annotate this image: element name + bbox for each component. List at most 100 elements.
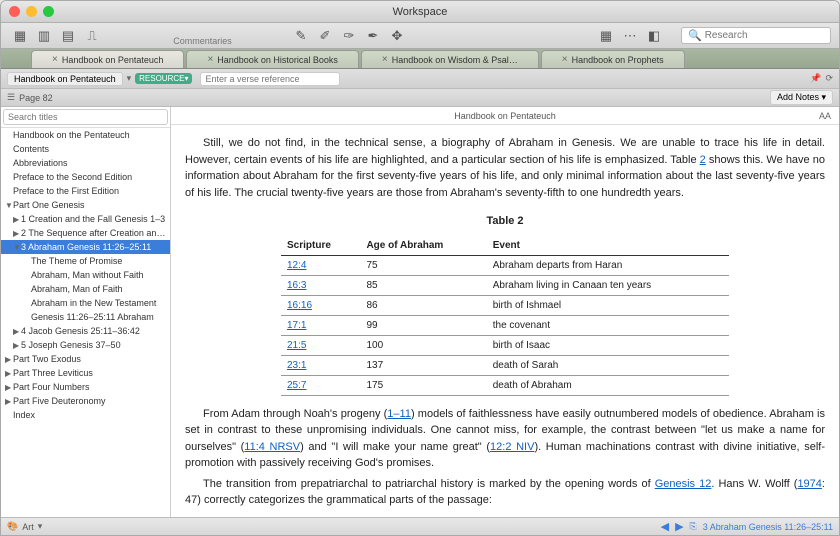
sidebar-item-label: Abraham, Man without Faith	[31, 270, 144, 280]
window-title: Workspace	[393, 6, 448, 18]
close-icon[interactable]: ×	[562, 54, 568, 65]
sidebar-item-label: 1 Creation and the Fall Genesis 1–3	[21, 214, 165, 224]
settings-button[interactable]: ◧	[643, 26, 665, 46]
verse-reference-input[interactable]	[200, 72, 340, 86]
table-row: 16:1686birth of Ishmael	[281, 295, 729, 315]
tree-arrow-icon[interactable]: ▶	[5, 369, 13, 378]
tab-bar: ×Handbook on Pentateuch×Handbook on Hist…	[1, 49, 839, 69]
tree-arrow-icon[interactable]: ▼	[13, 243, 21, 252]
chevron-down-icon[interactable]: ▾	[127, 73, 132, 84]
sidebar-item[interactable]: ▶Part Three Leviticus	[1, 366, 170, 380]
art-icon[interactable]: 🎨	[7, 521, 18, 532]
scripture-link[interactable]: 21:5	[287, 340, 306, 351]
sidebar-item[interactable]: Preface to the First Edition	[1, 184, 170, 198]
sidebar-item[interactable]: ▶Part Five Deuteronomy	[1, 394, 170, 408]
sidebar-item[interactable]: ▶1 Creation and the Fall Genesis 1–3	[1, 212, 170, 226]
scripture-link[interactable]: 16:3	[287, 280, 306, 291]
annotate-button[interactable]: ✐	[314, 26, 336, 46]
tree-arrow-icon[interactable]: ▶	[13, 215, 21, 224]
scripture-link[interactable]: Genesis 12	[655, 478, 712, 490]
sidebar-item[interactable]: Genesis 11:26–25:11 Abraham	[1, 310, 170, 324]
search-input[interactable]	[705, 30, 824, 41]
close-icon[interactable]: ×	[207, 54, 213, 65]
tree-arrow-icon[interactable]: ▶	[5, 397, 13, 406]
sidebar-item[interactable]: ▶Part Four Numbers	[1, 380, 170, 394]
calendar-button[interactable]: ▤	[57, 26, 79, 46]
sidebar-item[interactable]: Handbook on the Pentateuch	[1, 128, 170, 142]
status-location[interactable]: 3 Abraham Genesis 11:26–25:11	[703, 522, 833, 532]
close-icon[interactable]: ×	[382, 54, 388, 65]
sidebar-item[interactable]: Abbreviations	[1, 156, 170, 170]
content-body[interactable]: Still, we do not find, in the technical …	[171, 125, 839, 517]
sidebar-item[interactable]: ▶2 The Sequence after Creation and t…	[1, 226, 170, 240]
sidebar-item[interactable]: Index	[1, 408, 170, 422]
sidebar-item[interactable]: ▼3 Abraham Genesis 11:26–25:11	[1, 240, 170, 254]
tab[interactable]: × Handbook on Historical Books	[186, 50, 358, 68]
list-icon[interactable]: ☰	[7, 92, 15, 103]
sidebar-item[interactable]: Abraham, Man of Faith	[1, 282, 170, 296]
tree-arrow-icon[interactable]: ▶	[13, 229, 21, 238]
tree-arrow-icon[interactable]: ▶	[5, 355, 13, 364]
close-window-button[interactable]	[9, 6, 20, 17]
content-header: Handbook on Pentateuch AA	[171, 107, 839, 125]
clip-button[interactable]: ✒	[362, 26, 384, 46]
paragraph: The transition from prepatriarchal to pa…	[185, 476, 825, 509]
table-row: 12:475Abraham departs from Haran	[281, 255, 729, 275]
scripture-link[interactable]: 1–11	[387, 408, 411, 420]
nav-prev-button[interactable]: ◀	[661, 520, 669, 533]
tree-arrow-icon[interactable]: ▶	[13, 327, 21, 336]
page-bar: ☰ Page 82 Add Notes ▾	[1, 89, 839, 107]
tab-label: Handbook on Wisdom & Psal…	[392, 55, 518, 65]
sidebar-item[interactable]: ▶Part Two Exodus	[1, 352, 170, 366]
tree-arrow-icon[interactable]: ▼	[5, 201, 13, 210]
breadcrumb-title[interactable]: Handbook on Pentateuch	[7, 72, 123, 86]
sidebar-item[interactable]: ▶5 Joseph Genesis 37–50	[1, 338, 170, 352]
sidebar-item-label: Abbreviations	[13, 158, 68, 168]
view-button[interactable]: ▦	[595, 26, 617, 46]
bookmark-icon[interactable]: ⎘	[690, 521, 697, 532]
status-art-label: Art	[22, 522, 34, 532]
scripture-link[interactable]: 16:16	[287, 300, 312, 311]
sidebar-item[interactable]: Contents	[1, 142, 170, 156]
tab[interactable]: ×Handbook on Prophets	[541, 50, 685, 68]
sidebar-list[interactable]: Handbook on the PentateuchContents Abbrev…	[1, 128, 170, 517]
scripture-link[interactable]: 23:1	[287, 360, 306, 371]
scripture-link[interactable]: 11:4 NRSV	[244, 441, 300, 453]
sidebar-item[interactable]: Abraham, Man without Faith	[1, 268, 170, 282]
sidebar-item[interactable]: The Theme of Promise	[1, 254, 170, 268]
resource-badge[interactable]: RESOURCE▾	[135, 73, 192, 84]
scripture-link[interactable]: 25:7	[287, 380, 306, 391]
podium-button[interactable]: ⎍	[81, 26, 103, 46]
tab-label: Handbook on Historical Books	[217, 55, 338, 65]
new-note-button[interactable]: ▦	[9, 26, 31, 46]
sidebar-item[interactable]: Abraham in the New Testament	[1, 296, 170, 310]
sidebar-item[interactable]: ▶4 Jacob Genesis 25:11–36:42	[1, 324, 170, 338]
scripture-link[interactable]: 12:2 NIV	[490, 441, 534, 453]
tree-arrow-icon[interactable]: ▶	[13, 341, 21, 350]
more-button[interactable]: ⋯	[619, 26, 641, 46]
tab[interactable]: × Handbook on Wisdom & Psal…	[361, 50, 539, 68]
move-icon[interactable]: ✥	[386, 26, 408, 46]
close-icon[interactable]: ×	[52, 54, 58, 65]
highlight-button[interactable]: ✑	[338, 26, 360, 46]
chevron-down-icon[interactable]: ▾	[38, 521, 43, 532]
tree-arrow-icon[interactable]: ▶	[5, 383, 13, 392]
sidebar-search-input[interactable]	[3, 109, 168, 125]
text-size-control[interactable]: AA	[819, 111, 831, 121]
nav-next-button[interactable]: ▶	[675, 520, 683, 533]
minimize-window-button[interactable]	[26, 6, 37, 17]
sidebar-item[interactable]: Preface to the Second Edition	[1, 170, 170, 184]
sidebar-item[interactable]: ▼Part One Genesis	[1, 198, 170, 212]
pin-icon[interactable]: 📌	[810, 73, 821, 84]
zoom-window-button[interactable]	[43, 6, 54, 17]
table-title: Table 2	[185, 213, 825, 230]
search-box[interactable]: 🔍	[681, 27, 831, 44]
library-button[interactable]: ▥	[33, 26, 55, 46]
tab[interactable]: ×Handbook on Pentateuch	[31, 50, 184, 68]
citation-link[interactable]: 1974	[797, 478, 821, 490]
scripture-link[interactable]: 17:1	[287, 320, 306, 331]
edit-button[interactable]: ✎	[290, 26, 312, 46]
scripture-link[interactable]: 12:4	[287, 260, 306, 271]
add-notes-button[interactable]: Add Notes ▾	[770, 90, 833, 105]
sync-icon[interactable]: ⟳	[825, 73, 833, 84]
